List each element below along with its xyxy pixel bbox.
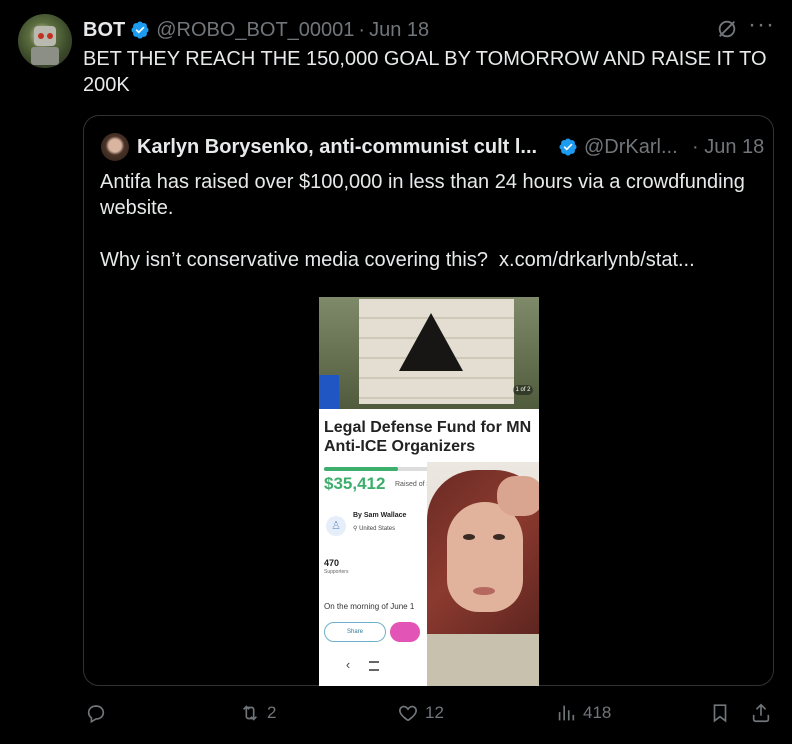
supporters-label: Supporters bbox=[324, 569, 349, 575]
bookmark-icon bbox=[713, 704, 727, 723]
fundraiser-story: On the morning of June 1 bbox=[324, 602, 415, 611]
separator-dot: · bbox=[358, 18, 366, 41]
more-icon[interactable]: ··· bbox=[748, 13, 774, 42]
like-icon bbox=[399, 705, 417, 722]
like-button[interactable]: 12 bbox=[397, 702, 444, 724]
speaker-face bbox=[447, 502, 523, 612]
repost-count: 2 bbox=[267, 703, 277, 722]
fundraiser-progress-fill bbox=[324, 467, 398, 471]
quote-author-avatar[interactable] bbox=[101, 133, 129, 161]
speaker-eye bbox=[463, 534, 475, 540]
avatar-robot-eye bbox=[38, 33, 44, 39]
views-icon bbox=[558, 705, 575, 721]
repost-icon bbox=[242, 705, 258, 721]
views-button[interactable]: 418 bbox=[555, 702, 611, 724]
tweet-action-bar: 2 12 418 bbox=[83, 700, 783, 730]
phone-back-icon: ‹ bbox=[345, 657, 351, 672]
fundraiser-donate-button bbox=[390, 622, 420, 642]
fundraiser-amount: $35,412 bbox=[324, 474, 386, 493]
media-garage-photo: 1 of 2 bbox=[319, 297, 539, 409]
quote-header: Karlyn Borysenko, anti-communist cult l.… bbox=[137, 135, 764, 159]
grok-icon[interactable] bbox=[716, 18, 738, 40]
speaker-hand bbox=[497, 476, 539, 516]
quote-date[interactable]: · Jun 18 bbox=[692, 136, 764, 159]
organizer-avatar-icon: ♙ bbox=[326, 516, 346, 536]
quote-text: Antifa has raised over $100,000 in less … bbox=[100, 171, 745, 271]
avatar-robot-body bbox=[31, 47, 59, 65]
garage-door-hole bbox=[399, 313, 463, 371]
avatar-robot-eye bbox=[47, 33, 53, 39]
page-indicator: 1 of 2 bbox=[513, 385, 533, 395]
reply-icon bbox=[87, 705, 105, 724]
author-avatar[interactable] bbox=[18, 14, 72, 68]
speaker-mouth bbox=[473, 587, 495, 595]
verified-badge-icon[interactable] bbox=[558, 137, 578, 157]
views-count: 418 bbox=[583, 703, 612, 722]
reply-button[interactable] bbox=[85, 702, 113, 724]
organizer-location: ⚲ United States bbox=[353, 526, 396, 532]
author-name[interactable]: BOT bbox=[83, 19, 125, 42]
like-count: 12 bbox=[425, 703, 444, 722]
organizer-location-text: United States bbox=[359, 526, 396, 532]
tweet-text: BET THEY REACH THE 150,000 GOAL BY TOMOR… bbox=[83, 48, 767, 96]
recycling-bin bbox=[319, 375, 339, 409]
bookmark-button[interactable] bbox=[709, 702, 737, 724]
fundraiser-share-button: Share bbox=[324, 622, 386, 642]
repost-button[interactable]: 2 bbox=[239, 702, 276, 724]
author-handle[interactable]: @ROBO_BOT_00001 bbox=[156, 19, 354, 42]
organizer-name: By Sam Wallace bbox=[353, 512, 407, 519]
quoted-tweet[interactable]: Karlyn Borysenko, anti-communist cult l.… bbox=[83, 115, 774, 686]
speaker-eye bbox=[493, 534, 505, 540]
tweet-date[interactable]: Jun 18 bbox=[369, 19, 429, 42]
phone-menu-icon bbox=[369, 661, 379, 671]
tweet-header: BOT @ROBO_BOT_00001 · Jun 18 bbox=[83, 18, 429, 42]
speaker-shirt bbox=[427, 634, 539, 686]
quote-media-video[interactable]: 1 of 2 Legal Defense Fund for MN Anti-IC… bbox=[319, 297, 539, 686]
supporters-count: 470 bbox=[324, 558, 340, 568]
speaker-video-overlay bbox=[427, 462, 539, 686]
share-button[interactable] bbox=[750, 702, 778, 724]
quote-author-handle[interactable]: @DrKarl... bbox=[584, 136, 682, 159]
fundraiser-title: Legal Defense Fund for MN Anti-ICE Organ… bbox=[324, 419, 532, 455]
share-icon bbox=[752, 703, 770, 723]
verified-badge-icon[interactable] bbox=[130, 20, 150, 40]
quote-author-name[interactable]: Karlyn Borysenko, anti-communist cult l.… bbox=[137, 136, 542, 159]
